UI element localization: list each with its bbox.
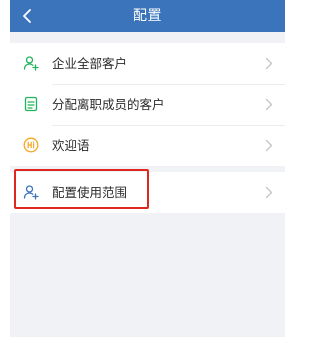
chevron-right-icon [265, 139, 273, 152]
hi-greeting-icon [23, 137, 39, 153]
user-group-icon [23, 56, 39, 71]
menu-item-label: 企业全部客户 [52, 56, 128, 71]
document-list-icon [24, 96, 38, 112]
menu-item-assign-departed-customers[interactable]: 分配离职成员的客户 [10, 84, 285, 125]
menu-item-label: 分配离职成员的客户 [52, 97, 165, 112]
page-title: 配置 [133, 8, 162, 24]
chevron-right-icon [265, 98, 273, 111]
menu-item-label: 欢迎语 [52, 138, 90, 153]
menu-item-welcome-message[interactable]: 欢迎语 [10, 125, 285, 166]
user-add-icon [23, 185, 39, 200]
phone-screen: 配置 企业全部客户 分配离职成员的客户 欢迎语 配置使用范围 [10, 0, 285, 337]
menu-item-label: 配置使用范围 [52, 185, 128, 200]
chevron-right-icon [265, 57, 273, 70]
menu-item-all-customers[interactable]: 企业全部客户 [10, 43, 285, 84]
menu-group: 企业全部客户 分配离职成员的客户 欢迎语 [10, 43, 285, 166]
menu-item-configure-scope[interactable]: 配置使用范围 [10, 172, 285, 213]
scope-group: 配置使用范围 [10, 172, 285, 213]
navigation-bar: 配置 [10, 0, 285, 32]
chevron-right-icon [265, 186, 273, 199]
